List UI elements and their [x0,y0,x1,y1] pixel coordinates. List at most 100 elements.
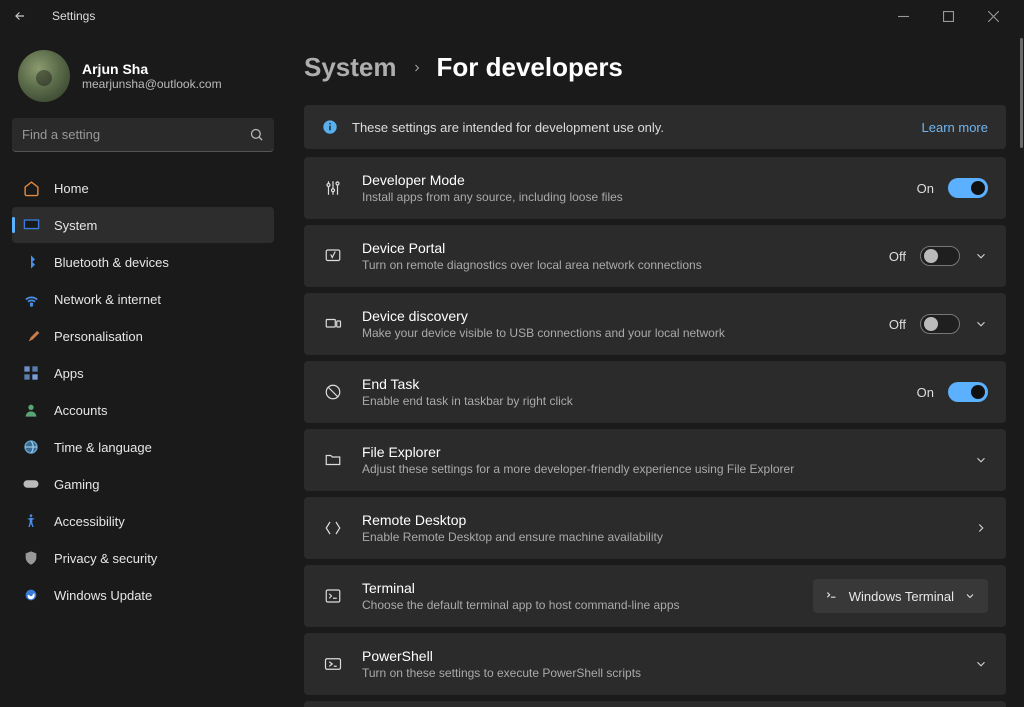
chevron-down-icon[interactable] [974,317,988,331]
setting-title: End Task [362,376,917,392]
terminal-app-icon [825,589,839,603]
sidebar-item-gaming[interactable]: Gaming [12,466,274,502]
home-icon [22,179,40,197]
banner-message: These settings are intended for developm… [352,120,664,135]
discovery-icon [322,315,344,333]
sidebar-item-system[interactable]: System [12,207,274,243]
sidebar-item-privacy[interactable]: Privacy & security [12,540,274,576]
breadcrumb-parent[interactable]: System [304,52,397,83]
sidebar-item-time-language[interactable]: Time & language [12,429,274,465]
toggle-state-label: On [917,181,934,196]
setting-desc: Turn on remote diagnostics over local ar… [362,258,889,272]
setting-desc: Make your device visible to USB connecti… [362,326,889,340]
sidebar-item-label: Gaming [54,477,100,492]
bluetooth-icon [22,253,40,271]
system-icon [22,216,40,234]
wifi-icon [22,290,40,308]
titlebar: Settings [0,0,1024,32]
person-icon [22,401,40,419]
sidebar-item-home[interactable]: Home [12,170,274,206]
chevron-down-icon[interactable] [974,657,988,671]
portal-icon [322,247,344,265]
search-icon [249,127,264,142]
profile-email: mearjunsha@outlook.com [82,77,222,91]
accessibility-icon [22,512,40,530]
maximize-button[interactable] [926,0,971,32]
setting-title: PowerShell [362,648,974,664]
setting-device-portal[interactable]: Device Portal Turn on remote diagnostics… [304,225,1006,287]
globe-icon [22,438,40,456]
setting-desc: Choose the default terminal app to host … [362,598,813,612]
setting-title: Device discovery [362,308,889,324]
sidebar-item-label: Personalisation [54,329,143,344]
profile[interactable]: Arjun Sha mearjunsha@outlook.com [12,40,274,118]
update-icon [22,586,40,604]
main-content: System For developers These settings are… [286,32,1024,707]
chevron-right-icon [411,62,423,74]
sidebar: Arjun Sha mearjunsha@outlook.com Home Sy… [0,32,286,707]
terminal-dropdown[interactable]: Windows Terminal [813,579,988,613]
sidebar-item-bluetooth[interactable]: Bluetooth & devices [12,244,274,280]
setting-desc: Enable end task in taskbar by right clic… [362,394,917,408]
sidebar-item-accounts[interactable]: Accounts [12,392,274,428]
sidebar-item-label: Network & internet [54,292,161,307]
sidebar-item-personalisation[interactable]: Personalisation [12,318,274,354]
setting-end-task[interactable]: End Task Enable end task in taskbar by r… [304,361,1006,423]
setting-terminal[interactable]: Terminal Choose the default terminal app… [304,565,1006,627]
setting-title: File Explorer [362,444,974,460]
nav: Home System Bluetooth & devices Network … [12,170,274,613]
chevron-right-icon[interactable] [974,521,988,535]
avatar [18,50,70,102]
sidebar-item-network[interactable]: Network & internet [12,281,274,317]
setting-title: Remote Desktop [362,512,974,528]
remote-icon [322,519,344,537]
scrollbar-thumb[interactable] [1020,38,1023,148]
setting-file-explorer[interactable]: File Explorer Adjust these settings for … [304,429,1006,491]
sidebar-item-label: Privacy & security [54,551,157,566]
sidebar-item-apps[interactable]: Apps [12,355,274,391]
back-button[interactable] [8,9,32,23]
setting-developer-mode[interactable]: Developer Mode Install apps from any sou… [304,157,1006,219]
apps-icon [22,364,40,382]
info-banner: These settings are intended for developm… [304,105,1006,149]
setting-title: Terminal [362,580,813,596]
chevron-down-icon[interactable] [974,453,988,467]
sidebar-item-label: Time & language [54,440,152,455]
page-title: For developers [437,52,623,83]
breadcrumb: System For developers [304,52,1006,83]
search-input[interactable] [22,127,249,142]
device-discovery-toggle[interactable] [920,314,960,334]
device-portal-toggle[interactable] [920,246,960,266]
sidebar-item-label: Accounts [54,403,107,418]
sidebar-item-label: System [54,218,97,233]
sidebar-item-accessibility[interactable]: Accessibility [12,503,274,539]
toggle-state-label: On [917,385,934,400]
setting-title: Developer Mode [362,172,917,188]
sidebar-item-label: Bluetooth & devices [54,255,169,270]
setting-title: Device Portal [362,240,889,256]
sidebar-item-label: Home [54,181,89,196]
chevron-down-icon[interactable] [974,249,988,263]
scrollbar[interactable] [1019,32,1023,707]
brush-icon [22,327,40,345]
chevron-down-icon [964,590,976,602]
folder-icon [322,451,344,469]
developer-mode-toggle[interactable] [948,178,988,198]
window-title: Settings [52,9,95,23]
shield-icon [22,549,40,567]
end-task-toggle[interactable] [948,382,988,402]
search-box[interactable] [12,118,274,152]
setting-device-discovery[interactable]: Device discovery Make your device visibl… [304,293,1006,355]
info-icon [322,119,338,135]
setting-remote-desktop[interactable]: Remote Desktop Enable Remote Desktop and… [304,497,1006,559]
profile-name: Arjun Sha [82,61,222,77]
close-button[interactable] [971,0,1016,32]
sliders-icon [322,179,344,197]
dropdown-value: Windows Terminal [849,589,954,604]
setting-powershell[interactable]: PowerShell Turn on these settings to exe… [304,633,1006,695]
setting-desc: Enable Remote Desktop and ensure machine… [362,530,974,544]
sidebar-item-update[interactable]: Windows Update [12,577,274,613]
learn-more-link[interactable]: Learn more [922,120,988,135]
minimize-button[interactable] [881,0,926,32]
setting-desc: Turn on these settings to execute PowerS… [362,666,974,680]
